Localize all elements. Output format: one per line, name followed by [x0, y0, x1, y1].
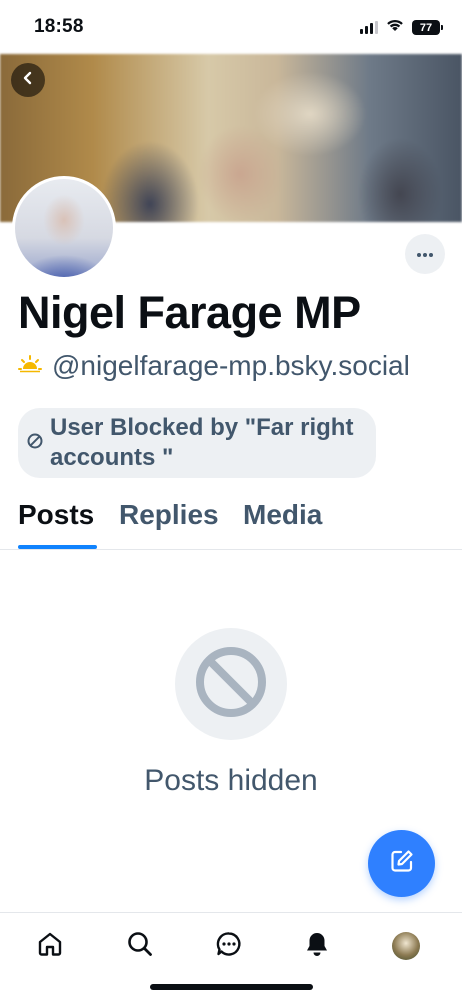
profile-avatar[interactable] [12, 176, 116, 280]
empty-state-circle [175, 628, 287, 740]
back-button[interactable] [11, 63, 45, 97]
nav-profile[interactable] [389, 929, 423, 963]
ellipsis-icon [416, 245, 434, 263]
avatar [392, 932, 420, 960]
search-icon [126, 930, 154, 963]
blocked-badge[interactable]: User Blocked by "Far right accounts " [18, 408, 376, 478]
profile-tabs: Posts Replies Media [0, 496, 462, 550]
signal-icon [360, 21, 378, 34]
wifi-icon [386, 18, 404, 37]
display-name: Nigel Farage MP [18, 287, 361, 338]
profile-handle[interactable]: @nigelfarage-mp.bsky.social [52, 350, 410, 382]
sun-icon [18, 354, 42, 378]
home-indicator [150, 984, 313, 990]
tab-posts[interactable]: Posts [18, 499, 94, 531]
handle-row: @nigelfarage-mp.bsky.social [18, 350, 410, 382]
tab-media[interactable]: Media [243, 499, 322, 531]
status-time: 18:58 [34, 16, 84, 37]
home-icon [36, 930, 64, 963]
nav-home[interactable] [33, 929, 67, 963]
more-options-button[interactable] [405, 234, 445, 274]
block-icon [26, 432, 44, 455]
tab-replies[interactable]: Replies [119, 499, 219, 531]
nav-notifications[interactable] [300, 929, 334, 963]
chat-icon [215, 930, 243, 963]
active-tab-indicator [18, 545, 97, 549]
blocked-label: User Blocked by "Far right accounts " [50, 414, 354, 471]
bell-icon [303, 930, 331, 963]
nav-search[interactable] [123, 929, 157, 963]
chevron-left-icon [20, 70, 36, 91]
battery-icon: 77 [412, 20, 443, 35]
compose-button[interactable] [368, 830, 435, 897]
empty-state-message: Posts hidden [144, 764, 318, 797]
nav-chat[interactable] [212, 929, 246, 963]
block-icon [194, 645, 268, 724]
status-bar: 18:58 77 [0, 0, 462, 54]
status-icons: 77 [360, 18, 443, 37]
compose-icon [389, 848, 415, 879]
